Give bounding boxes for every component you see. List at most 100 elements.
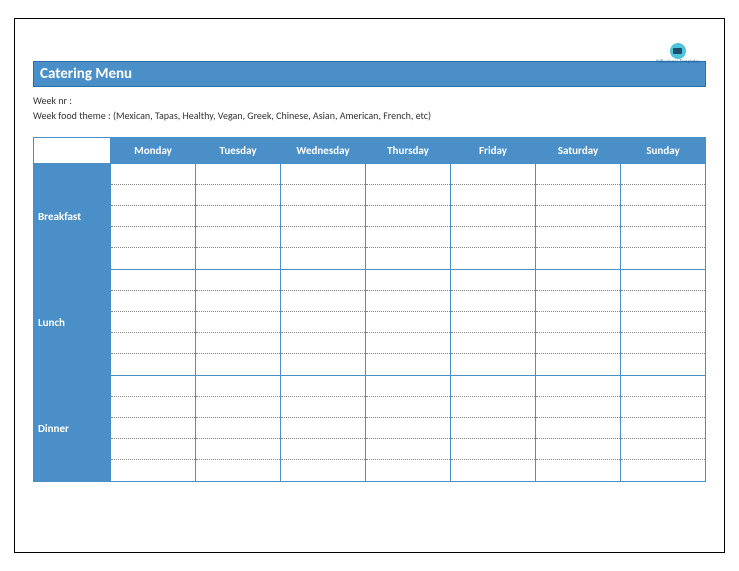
menu-line[interactable]: [366, 164, 450, 185]
menu-line[interactable]: [196, 376, 280, 397]
menu-line[interactable]: [536, 418, 620, 439]
menu-line[interactable]: [111, 439, 195, 460]
menu-line[interactable]: [281, 312, 365, 333]
menu-line[interactable]: [536, 270, 620, 291]
menu-cell[interactable]: [281, 164, 366, 270]
menu-line[interactable]: [451, 291, 535, 312]
menu-cell[interactable]: [451, 164, 536, 270]
menu-line[interactable]: [111, 206, 195, 227]
menu-line[interactable]: [451, 354, 535, 375]
menu-line[interactable]: [281, 206, 365, 227]
menu-line[interactable]: [366, 185, 450, 206]
menu-line[interactable]: [621, 418, 705, 439]
menu-line[interactable]: [281, 248, 365, 269]
menu-line[interactable]: [111, 185, 195, 206]
menu-cell[interactable]: [281, 270, 366, 376]
menu-line[interactable]: [196, 248, 280, 269]
menu-line[interactable]: [451, 248, 535, 269]
menu-line[interactable]: [366, 354, 450, 375]
menu-line[interactable]: [451, 418, 535, 439]
menu-line[interactable]: [196, 439, 280, 460]
menu-line[interactable]: [451, 227, 535, 248]
menu-cell[interactable]: [196, 376, 281, 482]
menu-line[interactable]: [451, 397, 535, 418]
menu-line[interactable]: [196, 270, 280, 291]
menu-line[interactable]: [111, 164, 195, 185]
menu-line[interactable]: [621, 185, 705, 206]
menu-line[interactable]: [196, 354, 280, 375]
menu-line[interactable]: [536, 312, 620, 333]
menu-line[interactable]: [536, 227, 620, 248]
menu-line[interactable]: [366, 227, 450, 248]
menu-line[interactable]: [536, 376, 620, 397]
menu-line[interactable]: [366, 397, 450, 418]
menu-line[interactable]: [111, 354, 195, 375]
menu-line[interactable]: [281, 185, 365, 206]
menu-line[interactable]: [111, 270, 195, 291]
menu-line[interactable]: [621, 248, 705, 269]
menu-line[interactable]: [281, 227, 365, 248]
menu-line[interactable]: [366, 206, 450, 227]
menu-line[interactable]: [281, 270, 365, 291]
menu-line[interactable]: [366, 291, 450, 312]
menu-line[interactable]: [111, 291, 195, 312]
menu-line[interactable]: [366, 248, 450, 269]
menu-cell[interactable]: [621, 270, 706, 376]
menu-line[interactable]: [111, 418, 195, 439]
menu-line[interactable]: [536, 460, 620, 481]
menu-line[interactable]: [536, 291, 620, 312]
menu-line[interactable]: [281, 333, 365, 354]
menu-line[interactable]: [366, 439, 450, 460]
menu-cell[interactable]: [196, 164, 281, 270]
menu-line[interactable]: [451, 460, 535, 481]
menu-line[interactable]: [366, 312, 450, 333]
menu-cell[interactable]: [111, 164, 196, 270]
menu-line[interactable]: [281, 164, 365, 185]
menu-line[interactable]: [621, 206, 705, 227]
menu-cell[interactable]: [621, 376, 706, 482]
menu-line[interactable]: [111, 333, 195, 354]
menu-line[interactable]: [366, 418, 450, 439]
menu-line[interactable]: [621, 270, 705, 291]
menu-line[interactable]: [536, 248, 620, 269]
menu-line[interactable]: [536, 354, 620, 375]
menu-line[interactable]: [536, 333, 620, 354]
menu-line[interactable]: [621, 397, 705, 418]
menu-line[interactable]: [281, 439, 365, 460]
menu-line[interactable]: [366, 270, 450, 291]
menu-line[interactable]: [281, 376, 365, 397]
menu-cell[interactable]: [281, 376, 366, 482]
menu-line[interactable]: [451, 206, 535, 227]
menu-cell[interactable]: [536, 376, 621, 482]
menu-line[interactable]: [451, 185, 535, 206]
menu-line[interactable]: [621, 376, 705, 397]
menu-cell[interactable]: [366, 376, 451, 482]
menu-line[interactable]: [196, 460, 280, 481]
menu-line[interactable]: [196, 397, 280, 418]
menu-line[interactable]: [111, 312, 195, 333]
menu-line[interactable]: [536, 397, 620, 418]
menu-line[interactable]: [196, 418, 280, 439]
menu-line[interactable]: [366, 376, 450, 397]
menu-line[interactable]: [536, 164, 620, 185]
menu-line[interactable]: [366, 460, 450, 481]
menu-line[interactable]: [621, 291, 705, 312]
menu-cell[interactable]: [536, 270, 621, 376]
menu-line[interactable]: [281, 397, 365, 418]
menu-cell[interactable]: [451, 270, 536, 376]
menu-line[interactable]: [196, 227, 280, 248]
menu-cell[interactable]: [196, 270, 281, 376]
menu-line[interactable]: [111, 460, 195, 481]
menu-cell[interactable]: [111, 376, 196, 482]
menu-line[interactable]: [366, 333, 450, 354]
menu-line[interactable]: [536, 439, 620, 460]
menu-cell[interactable]: [366, 270, 451, 376]
menu-line[interactable]: [451, 270, 535, 291]
menu-line[interactable]: [111, 376, 195, 397]
menu-line[interactable]: [451, 376, 535, 397]
menu-cell[interactable]: [536, 164, 621, 270]
menu-line[interactable]: [281, 291, 365, 312]
menu-cell[interactable]: [451, 376, 536, 482]
menu-line[interactable]: [621, 227, 705, 248]
menu-line[interactable]: [281, 460, 365, 481]
